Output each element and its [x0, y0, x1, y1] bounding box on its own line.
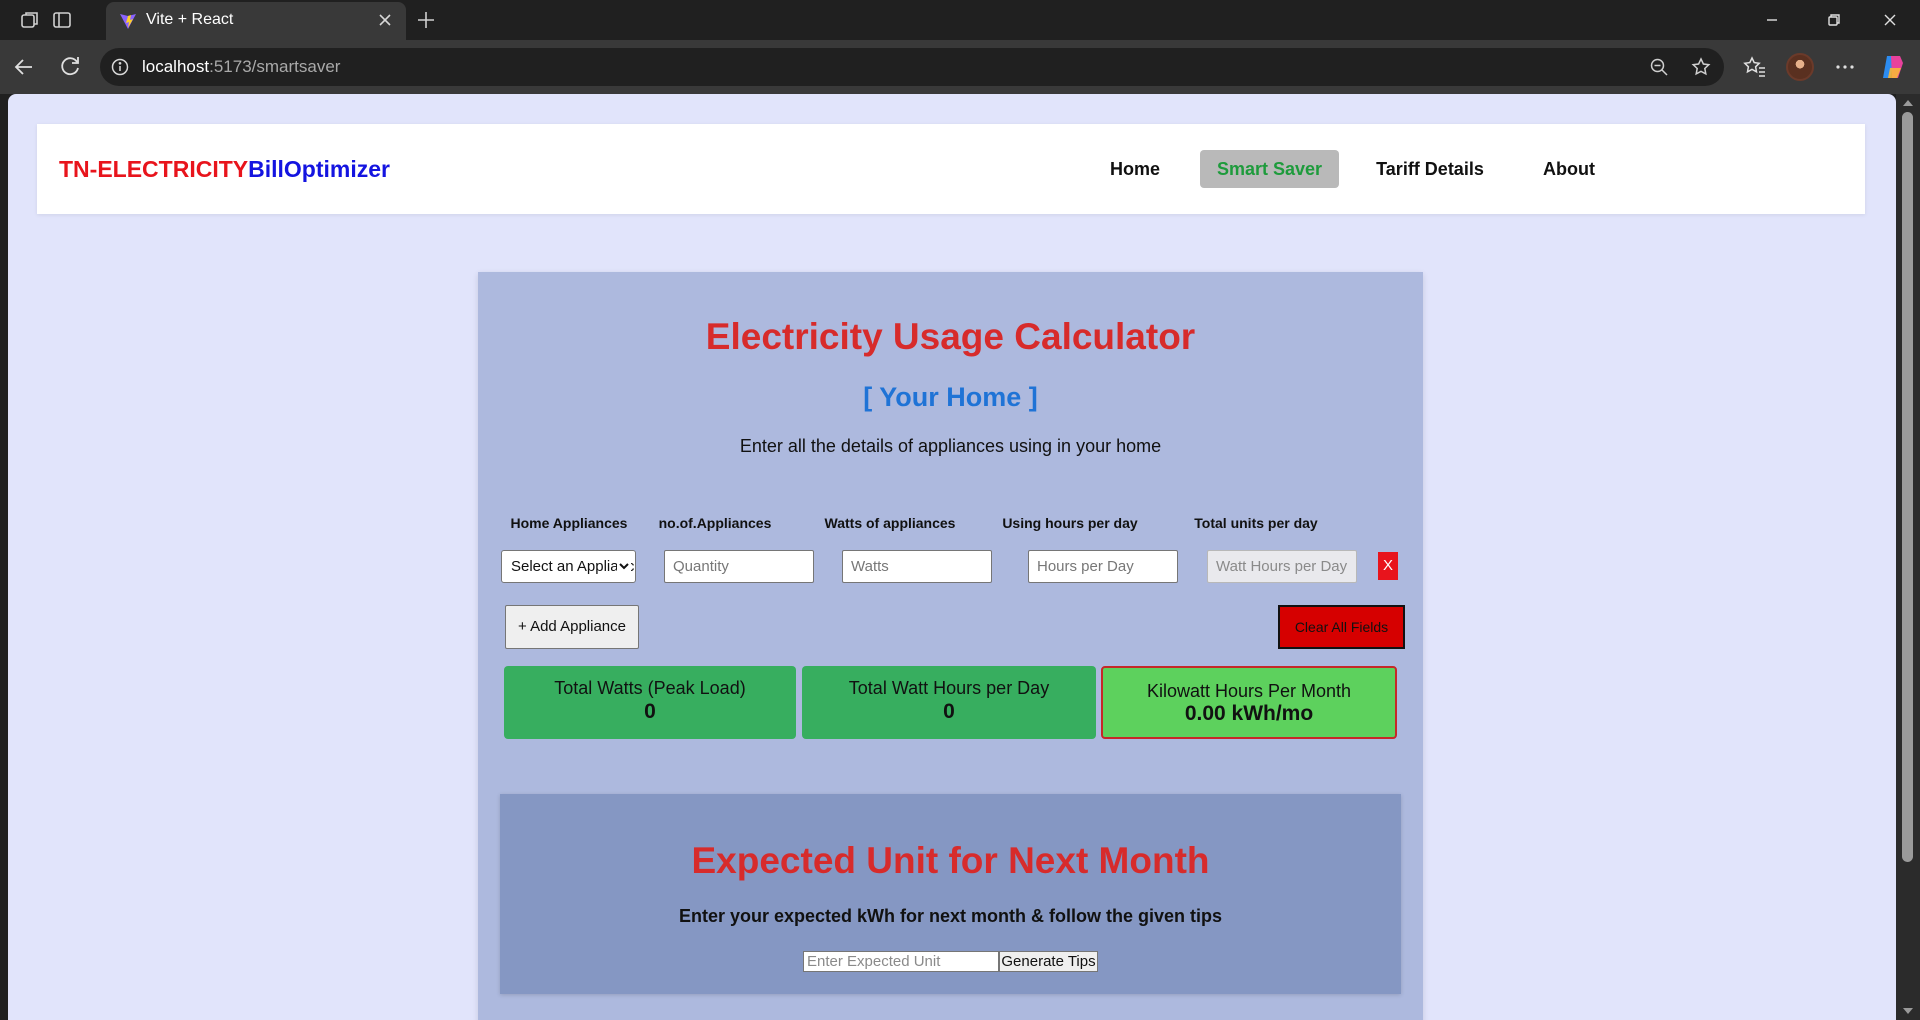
nav-tariff-details[interactable]: Tariff Details — [1355, 150, 1505, 188]
calculator-title: Electricity Usage Calculator — [705, 316, 1196, 357]
url-text: localhost:5173/smartsaver — [142, 57, 340, 77]
page-scrollbar[interactable] — [1896, 94, 1920, 1020]
nav-home[interactable]: Home — [1087, 150, 1183, 188]
tab-title: Vite + React — [146, 11, 234, 28]
add-appliance-button[interactable]: + Add Appliance — [505, 605, 639, 649]
brand-part1: TN-ELECTRICITY — [59, 156, 249, 182]
expected-unit-section: Expected Unit for Next Month Enter your … — [500, 794, 1401, 994]
more-icon[interactable] — [1832, 54, 1858, 80]
appliance-select[interactable]: Select an Appliance — [501, 550, 636, 583]
hours-per-day-input[interactable]: Hours per Day — [1028, 550, 1178, 583]
chevron-down-icon — [617, 551, 631, 582]
page-viewport: TN-ELECTRICITYBillOptimizer Home Smart S… — [8, 94, 1896, 1020]
favorite-star-icon[interactable] — [1690, 56, 1712, 78]
refresh-icon[interactable] — [56, 53, 84, 81]
nav-about[interactable]: About — [1521, 150, 1617, 188]
expected-unit-input[interactable]: Enter Expected Unit — [803, 951, 999, 972]
stat-label: Kilowatt Hours Per Month — [1146, 681, 1352, 701]
column-header: Home Appliances — [510, 515, 628, 531]
column-header: Watts of appliances — [824, 515, 956, 531]
expected-description: Enter your expected kWh for next month &… — [678, 906, 1223, 926]
stat-value: 0.00 kWh/mo — [1184, 702, 1314, 725]
generate-tips-button[interactable]: Generate Tips — [999, 951, 1098, 972]
info-icon[interactable] — [110, 57, 130, 77]
stat-label: Total Watt Hours per Day — [848, 678, 1050, 698]
close-icon[interactable] — [374, 9, 396, 31]
brand-part2: BillOptimizer — [248, 156, 390, 182]
browser-tab-bar: Vite + React — [0, 0, 1920, 40]
stat-value: 0 — [943, 700, 955, 723]
avatar[interactable] — [1786, 53, 1814, 81]
browser-tab[interactable]: Vite + React — [106, 2, 406, 40]
expected-title: Expected Unit for Next Month — [691, 840, 1210, 881]
scroll-down-arrow-icon[interactable] — [1903, 1008, 1913, 1014]
column-header: Using hours per day — [1002, 515, 1138, 531]
favorites-icon[interactable] — [1742, 54, 1768, 80]
window-close-icon[interactable] — [1878, 8, 1902, 32]
clear-all-fields-button[interactable]: Clear All Fields — [1278, 605, 1405, 649]
copilot-icon[interactable] — [1878, 52, 1908, 82]
remove-appliance-button[interactable]: X — [1378, 552, 1398, 580]
browser-toolbar: localhost:5173/smartsaver — [0, 40, 1920, 94]
scroll-up-arrow-icon[interactable] — [1903, 100, 1913, 106]
calculator-card: Electricity Usage Calculator [ Your Home… — [478, 272, 1423, 1020]
minimize-icon[interactable] — [1760, 8, 1784, 32]
scroll-thumb[interactable] — [1902, 112, 1913, 862]
calculator-description: Enter all the details of appliances usin… — [739, 436, 1162, 456]
site-navbar: TN-ELECTRICITYBillOptimizer Home Smart S… — [37, 124, 1865, 214]
watts-input[interactable]: Watts — [842, 550, 992, 583]
column-header: no.of.Appliances — [658, 515, 772, 531]
restore-icon[interactable] — [1822, 8, 1846, 32]
new-tab-icon[interactable] — [414, 8, 438, 32]
workspaces-icon[interactable] — [18, 8, 42, 32]
calculator-subtitle: [ Your Home ] — [863, 382, 1038, 412]
stat-value: 0 — [644, 700, 656, 723]
url-host: localhost — [142, 57, 210, 76]
address-bar[interactable]: localhost:5173/smartsaver — [100, 48, 1724, 86]
vite-favicon-icon — [118, 11, 138, 31]
zoom-out-icon[interactable] — [1648, 56, 1670, 78]
nav-smart-saver[interactable]: Smart Saver — [1200, 150, 1339, 188]
stat-total-watts: Total Watts (Peak Load) 0 — [504, 666, 796, 739]
quantity-input[interactable]: Quantity — [664, 550, 814, 583]
watt-hours-per-day-field: Watt Hours per Day — [1207, 550, 1357, 583]
column-header: Total units per day — [1194, 515, 1318, 531]
stat-kwh-per-month: Kilowatt Hours Per Month 0.00 kWh/mo — [1101, 666, 1397, 739]
tab-actions-icon[interactable] — [50, 8, 74, 32]
back-icon[interactable] — [10, 53, 38, 81]
url-path: :5173/smartsaver — [209, 57, 341, 76]
stat-total-watt-hours: Total Watt Hours per Day 0 — [802, 666, 1096, 739]
brand-logo[interactable]: TN-ELECTRICITYBillOptimizer — [59, 156, 390, 183]
stat-label: Total Watts (Peak Load) — [554, 678, 746, 698]
